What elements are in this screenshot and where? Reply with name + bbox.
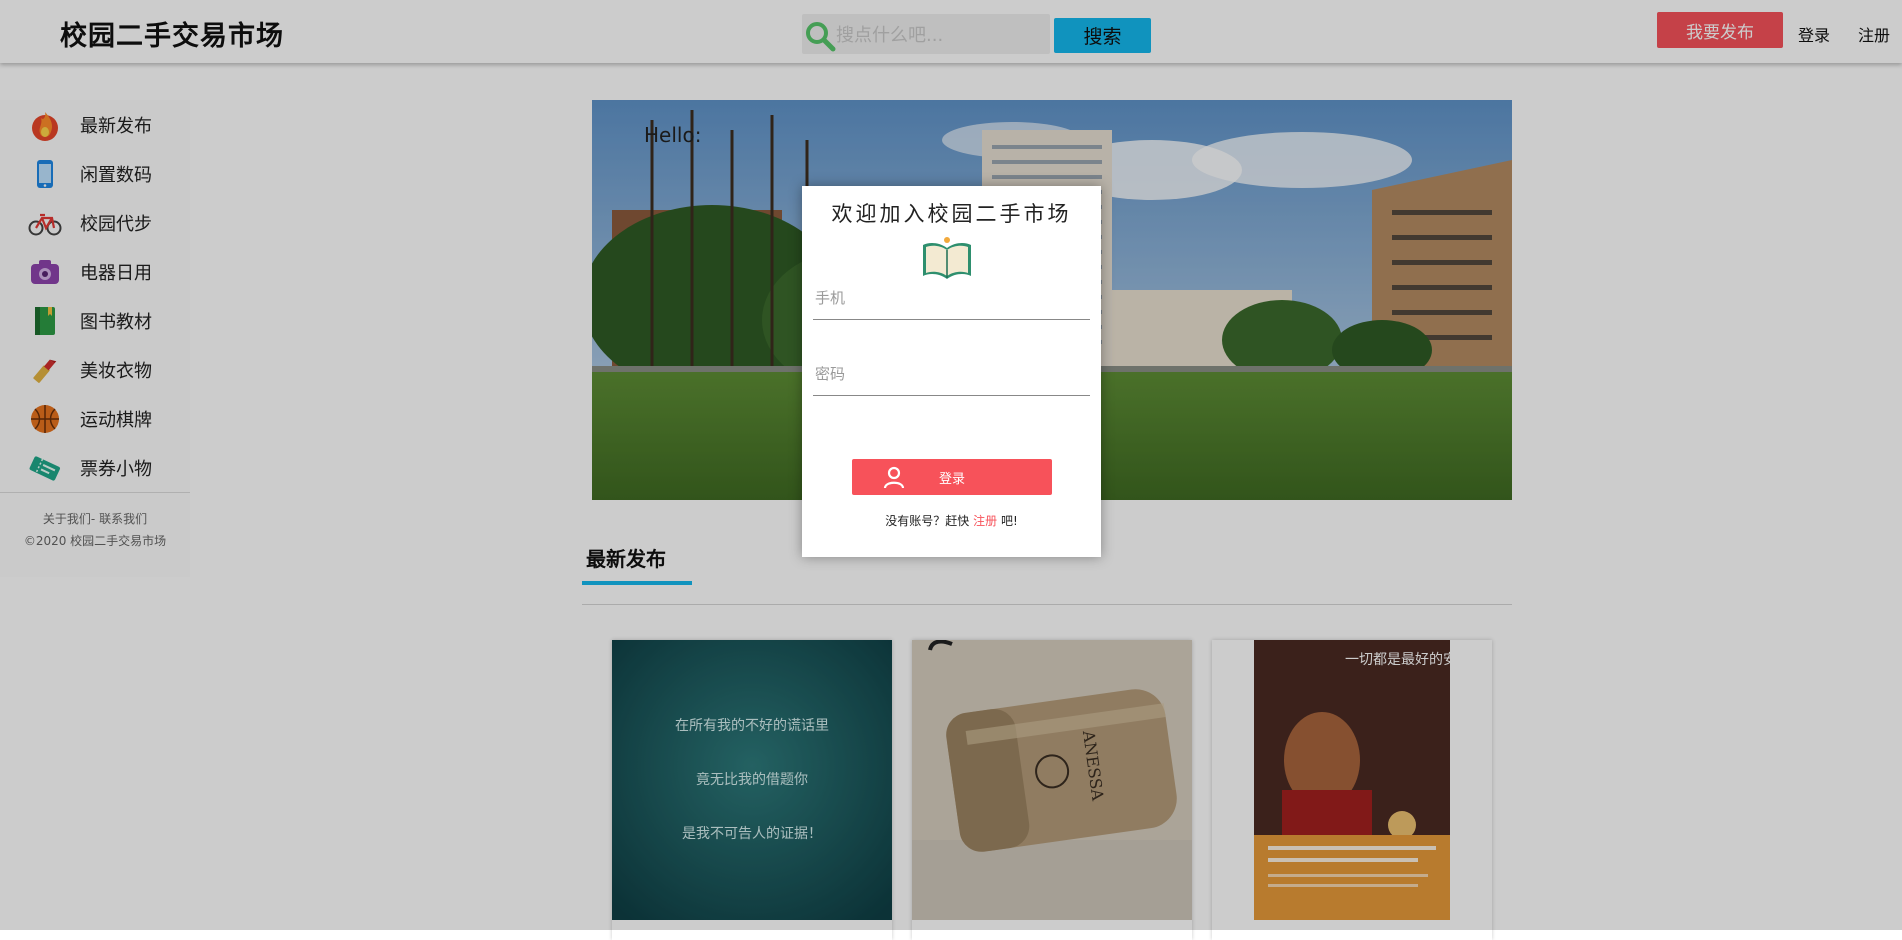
password-input[interactable] xyxy=(813,360,1094,388)
login-modal: 欢迎加入校园二手市场 登录 没有账号？赶快 注册 吧! xyxy=(802,186,1101,557)
modal-login-button[interactable]: 登录 xyxy=(852,459,1052,495)
register-hint: 没有账号？赶快 注册 吧! xyxy=(802,512,1101,529)
modal-login-label: 登录 xyxy=(938,471,965,486)
register-hint-prefix: 没有账号？赶快 xyxy=(885,514,970,528)
modal-register-link[interactable]: 注册 xyxy=(973,514,997,528)
register-hint-suffix: 吧! xyxy=(1000,514,1018,528)
phone-input[interactable] xyxy=(813,284,1094,312)
phone-field xyxy=(813,274,1094,320)
password-field xyxy=(813,350,1094,396)
modal-title: 欢迎加入校园二手市场 xyxy=(831,202,1072,226)
